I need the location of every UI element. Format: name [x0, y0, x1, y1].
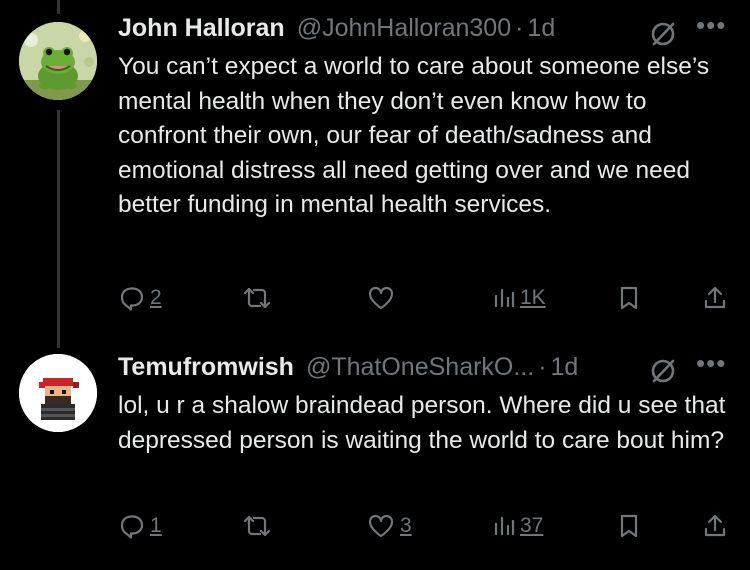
bookmark-button[interactable]: [616, 512, 642, 540]
share-button[interactable]: [702, 284, 728, 312]
retweet-icon: [243, 287, 271, 309]
tweet-header: John Halloran @JohnHalloran300 · 1d: [118, 14, 555, 43]
more-options-icon[interactable]: •••: [696, 10, 726, 41]
thread-line-middle: [57, 110, 60, 348]
avatar[interactable]: [19, 354, 97, 432]
user-handle[interactable]: @ThatOneSharkO...: [306, 353, 534, 382]
bookmark-button[interactable]: [616, 284, 642, 312]
heart-icon: [368, 514, 394, 538]
share-button[interactable]: [702, 512, 728, 540]
like-button[interactable]: [366, 284, 400, 312]
share-icon: [704, 286, 726, 309]
like-button[interactable]: 3: [366, 512, 412, 540]
display-name[interactable]: John Halloran: [118, 14, 285, 43]
reply-button[interactable]: 1: [118, 512, 162, 540]
thread-line-top: [57, 0, 60, 14]
tweet-actions: 1 3 37: [118, 512, 728, 542]
reply-icon: [120, 515, 144, 539]
more-options-icon[interactable]: •••: [696, 348, 726, 379]
retweet-button[interactable]: [242, 284, 276, 312]
views-button[interactable]: 1K: [492, 284, 546, 312]
heart-icon: [368, 286, 394, 310]
reply-button[interactable]: 2: [118, 284, 162, 312]
views-button[interactable]: 37: [492, 512, 543, 540]
tweet-actions: 2 1K: [118, 284, 728, 314]
tweet-text: You can’t expect a world to care about s…: [118, 53, 710, 218]
like-count: 3: [400, 514, 412, 537]
display-name[interactable]: Temufromwish: [118, 353, 294, 382]
views-chart-icon: [494, 516, 515, 536]
user-handle[interactable]: @JohnHalloran300: [297, 14, 511, 43]
reply-icon: [120, 287, 144, 311]
share-icon: [704, 514, 726, 537]
avatar[interactable]: [19, 22, 97, 100]
timestamp[interactable]: 1d: [527, 14, 555, 43]
grok-icon[interactable]: [648, 356, 678, 386]
views-chart-icon: [494, 288, 515, 308]
separator-dot: ·: [515, 14, 524, 42]
timestamp[interactable]: 1d: [551, 353, 579, 382]
reply-count: 1: [150, 514, 162, 537]
separator-dot: ·: [538, 353, 547, 381]
view-count: 1K: [520, 286, 546, 309]
frog-avatar-icon: [19, 22, 97, 100]
bookmark-icon: [620, 286, 638, 310]
tweet-header: Temufromwish @ThatOneSharkO... · 1d: [118, 353, 578, 382]
retweet-button[interactable]: [242, 512, 276, 540]
view-count: 37: [520, 514, 544, 537]
bookmark-icon: [620, 514, 638, 538]
tweet-text: lol, u r a shalow braindead person. Wher…: [118, 392, 726, 454]
pixel-character-avatar-icon: [19, 354, 97, 432]
reply-count: 2: [150, 286, 162, 309]
grok-icon[interactable]: [648, 19, 678, 49]
retweet-icon: [243, 515, 271, 537]
